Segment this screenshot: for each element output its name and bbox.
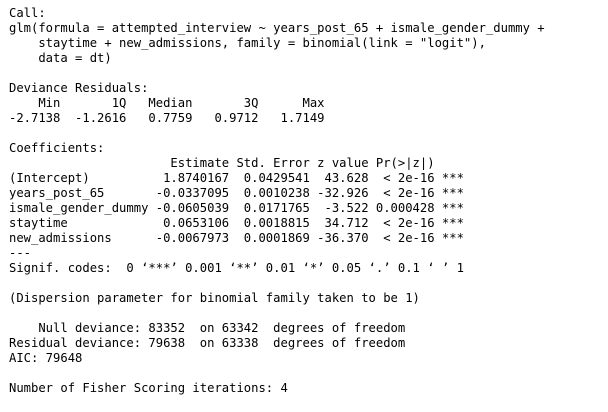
coef-row-staytime: staytime 0.0653106 0.0018815 34.712 < 2e… — [9, 216, 464, 230]
dispersion-parameter-line: (Dispersion parameter for binomial famil… — [9, 291, 420, 305]
call-formula-continuation: staytime + new_admissions, family = bino… — [9, 36, 486, 50]
null-deviance-line: Null deviance: 83352 on 63342 degrees of… — [9, 321, 406, 335]
fisher-scoring-iterations-line: Number of Fisher Scoring iterations: 4 — [9, 381, 288, 395]
coef-row-years-post-65: years_post_65 -0.0337095 0.0010238 -32.9… — [9, 186, 464, 200]
r-console-output: Call: glm(formula = attempted_interview … — [0, 0, 608, 412]
call-data-line: data = dt) — [9, 51, 112, 65]
residuals-quantile-labels: Min 1Q Median 3Q Max — [9, 96, 325, 110]
call-formula-line: glm(formula = attempted_interview ~ year… — [9, 21, 545, 35]
coefficients-column-headers: Estimate Std. Error z value Pr(>|z|) — [9, 156, 435, 170]
coefficients-separator: --- — [9, 246, 32, 260]
aic-line: AIC: 79648 — [9, 351, 83, 365]
coef-row-ismale-gender-dummy: ismale_gender_dummy -0.0605039 0.0171765… — [9, 201, 464, 215]
coef-row-intercept: (Intercept) 1.8740167 0.0429541 43.628 <… — [9, 171, 464, 185]
coefficients-header: Coefficients: — [9, 141, 105, 155]
call-header: Call: — [9, 6, 46, 20]
deviance-residuals-header: Deviance Residuals: — [9, 81, 149, 95]
signif-codes-line: Signif. codes: 0 ‘***’ 0.001 ‘**’ 0.01 ‘… — [9, 261, 464, 275]
coef-row-new-admissions: new_admissions -0.0067973 0.0001869 -36.… — [9, 231, 464, 245]
residuals-quantile-values: -2.7138 -1.2616 0.7759 0.9712 1.7149 — [9, 111, 325, 125]
residual-deviance-line: Residual deviance: 79638 on 63338 degree… — [9, 336, 406, 350]
